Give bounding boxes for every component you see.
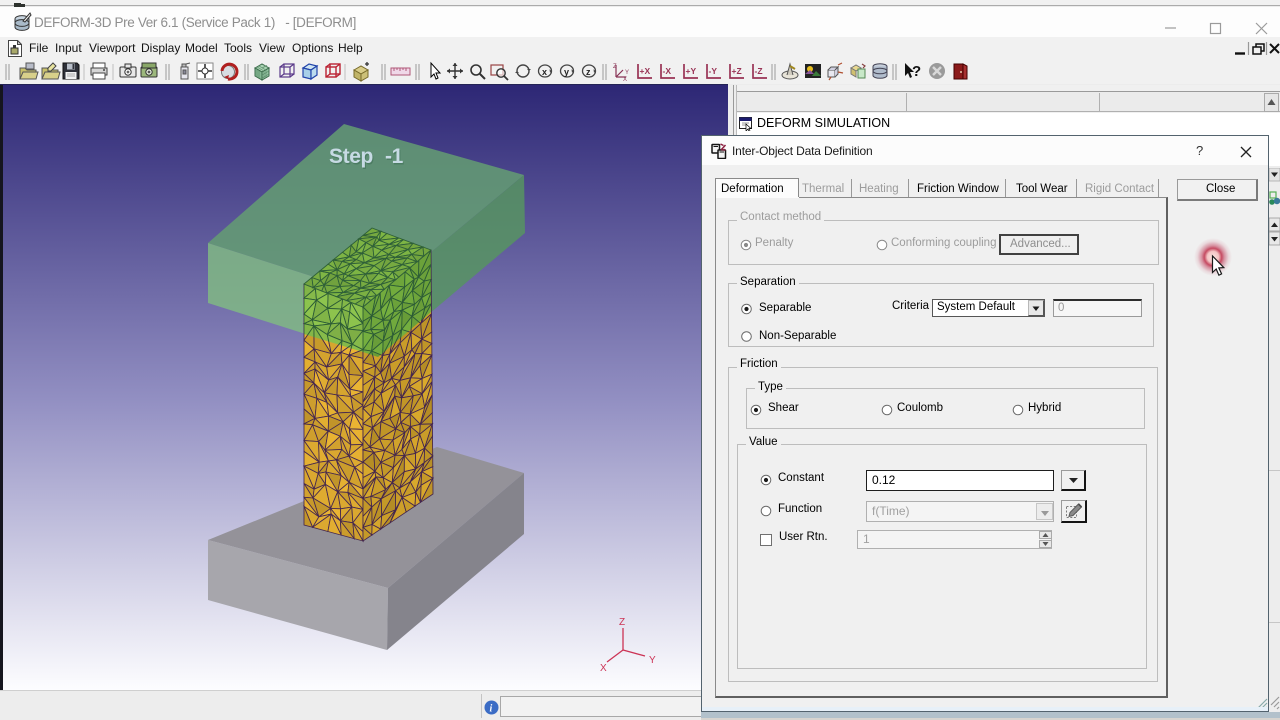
svg-text:X: X xyxy=(623,77,627,83)
svg-text:Z: Z xyxy=(619,617,625,628)
svg-text:+Y: +Y xyxy=(686,66,697,76)
svg-text:x: x xyxy=(542,67,547,77)
svg-text:Step: Step xyxy=(329,145,373,168)
svg-text:+Z: +Z xyxy=(732,66,742,76)
svg-text:+X: +X xyxy=(640,66,651,76)
svg-text:-1: -1 xyxy=(385,145,404,168)
svg-text:?: ? xyxy=(912,63,921,80)
svg-text:Z: Z xyxy=(613,64,617,70)
svg-text:Y: Y xyxy=(625,70,629,76)
svg-text:-Y: -Y xyxy=(709,66,718,76)
svg-text:-X: -X xyxy=(663,66,672,76)
svg-text:z: z xyxy=(586,67,591,77)
svg-text:X: X xyxy=(600,663,607,674)
svg-text:y: y xyxy=(564,67,569,77)
svg-text:Y: Y xyxy=(649,655,656,666)
svg-text:-Z: -Z xyxy=(755,66,763,76)
svg-text:i: i xyxy=(490,704,493,715)
